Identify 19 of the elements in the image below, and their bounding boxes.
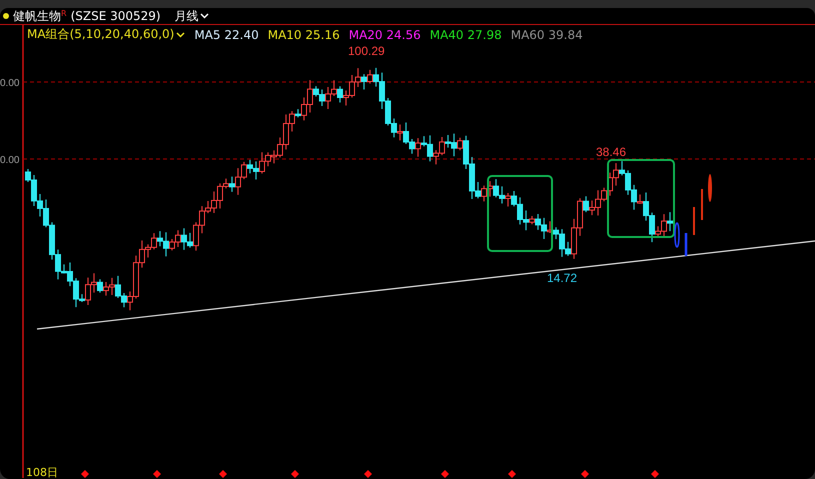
y-axis-label: 0.00 <box>0 155 20 166</box>
indicator-dropdown[interactable]: MA组合(5,10,20,40,60,0) <box>27 26 186 43</box>
price-label: 100.29 <box>348 44 385 58</box>
ma-value: MA60 39.84 <box>510 28 583 42</box>
ma-value: MA10 25.16 <box>268 28 340 42</box>
ma-value: MA20 24.56 <box>348 28 421 42</box>
x-axis-label: 108日 <box>26 466 58 478</box>
price-label: 14.72 <box>547 271 578 285</box>
y-axis-label: 0.00 <box>0 78 20 89</box>
chevron-down-icon <box>176 32 186 38</box>
stock-title: 健帆生物 <box>13 8 61 24</box>
stock-code: (SZSE 300529) <box>70 9 161 23</box>
price-label: 38.46 <box>596 145 626 159</box>
ma-value: MA40 27.98 <box>430 28 502 42</box>
ma-value: MA5 22.40 <box>194 28 259 42</box>
status-dot <box>3 13 9 19</box>
trademark-mark: R <box>61 9 67 18</box>
chevron-down-icon <box>200 13 209 19</box>
period-dropdown[interactable]: 月线 <box>174 8 209 24</box>
